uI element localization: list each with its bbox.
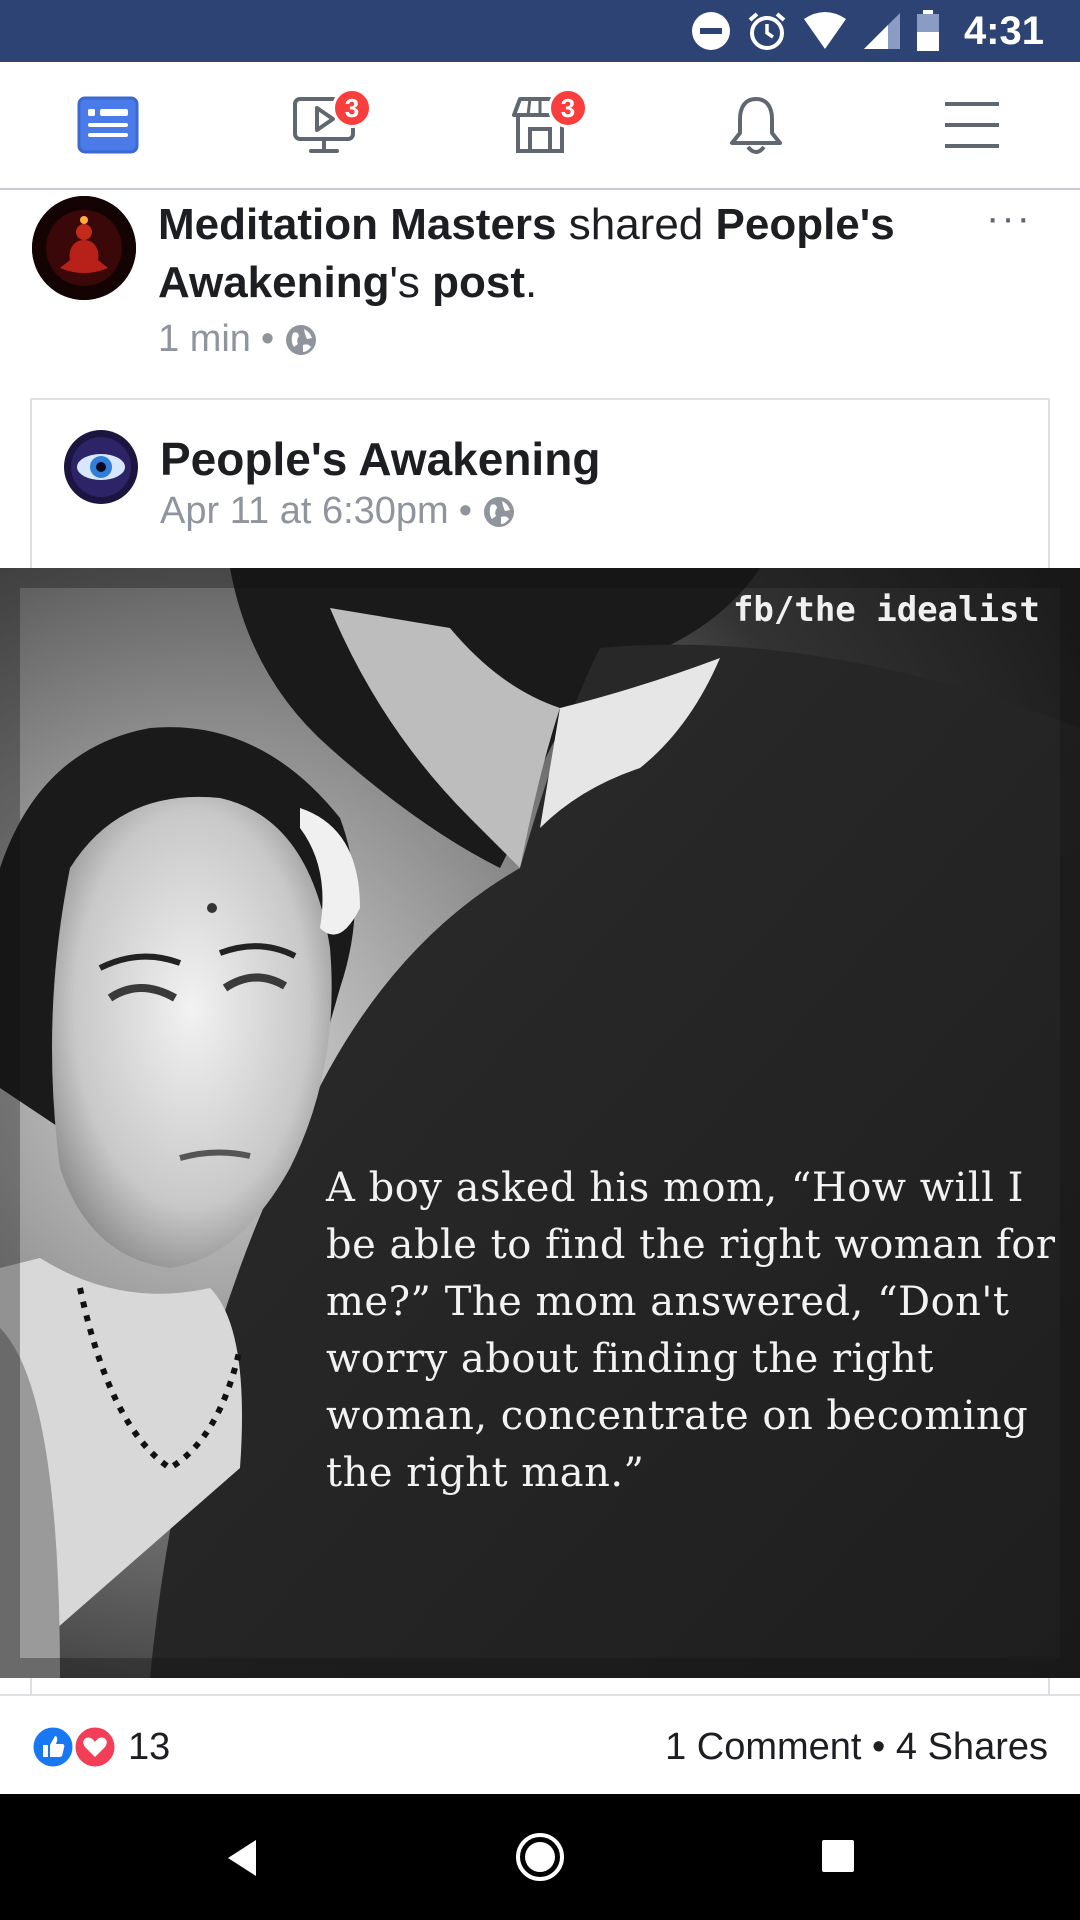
status-icons: 4:31 [690,0,1044,62]
shared-action-text: shared [556,200,716,249]
battery-icon [916,10,939,51]
comments-shares-count[interactable]: 1 Comment • 4 Shares [665,1726,1048,1769]
top-nav-bar: 3 3 [0,62,1080,190]
alarm-icon [748,12,786,50]
system-navigation-bar [0,1794,1080,1920]
tab-news-feed[interactable] [0,62,216,188]
meta-separator: • [260,318,275,360]
period-text: . [525,258,538,307]
back-icon[interactable] [222,1836,262,1880]
shared-author-name[interactable]: People's Awakening [160,432,600,486]
shared-page-avatar[interactable] [64,430,138,504]
bell-icon [730,97,782,154]
post-link[interactable]: post [432,258,525,307]
post-header-text: Meditation Masters shared People's Awake… [158,196,958,312]
do-not-disturb-icon [691,12,730,50]
tab-marketplace[interactable]: 3 [432,62,648,188]
tab-menu[interactable] [864,62,1080,188]
hamburger-menu-icon [945,102,999,148]
post-meta: 1 min • [158,318,318,361]
signal-icon [863,13,900,49]
reaction-count[interactable]: 13 [128,1726,170,1769]
tab-notifications[interactable] [648,62,864,188]
photo-illustration [0,568,1080,1678]
author-link[interactable]: Meditation Masters [158,200,557,249]
page-avatar[interactable] [32,196,136,300]
status-time: 4:31 [963,8,1044,53]
shared-meta-separator: • [458,490,473,532]
wifi-icon [803,12,846,49]
post-time[interactable]: 1 min [158,318,251,361]
image-quote-text: A boy asked his mom, “How will I be able… [326,1165,1056,1496]
possessive-text: 's [389,258,433,307]
marketplace-badge: 3 [548,88,588,128]
recents-icon[interactable] [820,1838,856,1874]
reactions-row: 13 1 Comment • 4 Shares [0,1694,1080,1794]
status-bar: 4:31 [0,0,1080,62]
globe-icon [286,324,317,355]
like-reaction-icon[interactable] [30,1724,76,1770]
news-feed-icon [77,96,139,154]
image-watermark: fb/the idealist [732,590,1040,630]
love-reaction-icon[interactable] [72,1724,118,1770]
post-image[interactable]: fb/the idealist A boy asked his mom, “Ho… [0,568,1080,1678]
home-icon[interactable] [515,1832,565,1882]
more-options-icon[interactable]: ··· [986,196,1032,241]
globe-icon [484,496,515,527]
video-badge: 3 [332,88,372,128]
eye-avatar-icon [64,430,138,504]
shared-post-time[interactable]: Apr 11 at 6:30pm [160,490,449,533]
shared-post-meta: Apr 11 at 6:30pm • [160,490,516,533]
meditation-avatar-icon [32,196,136,300]
tab-watch[interactable]: 3 [216,62,432,188]
